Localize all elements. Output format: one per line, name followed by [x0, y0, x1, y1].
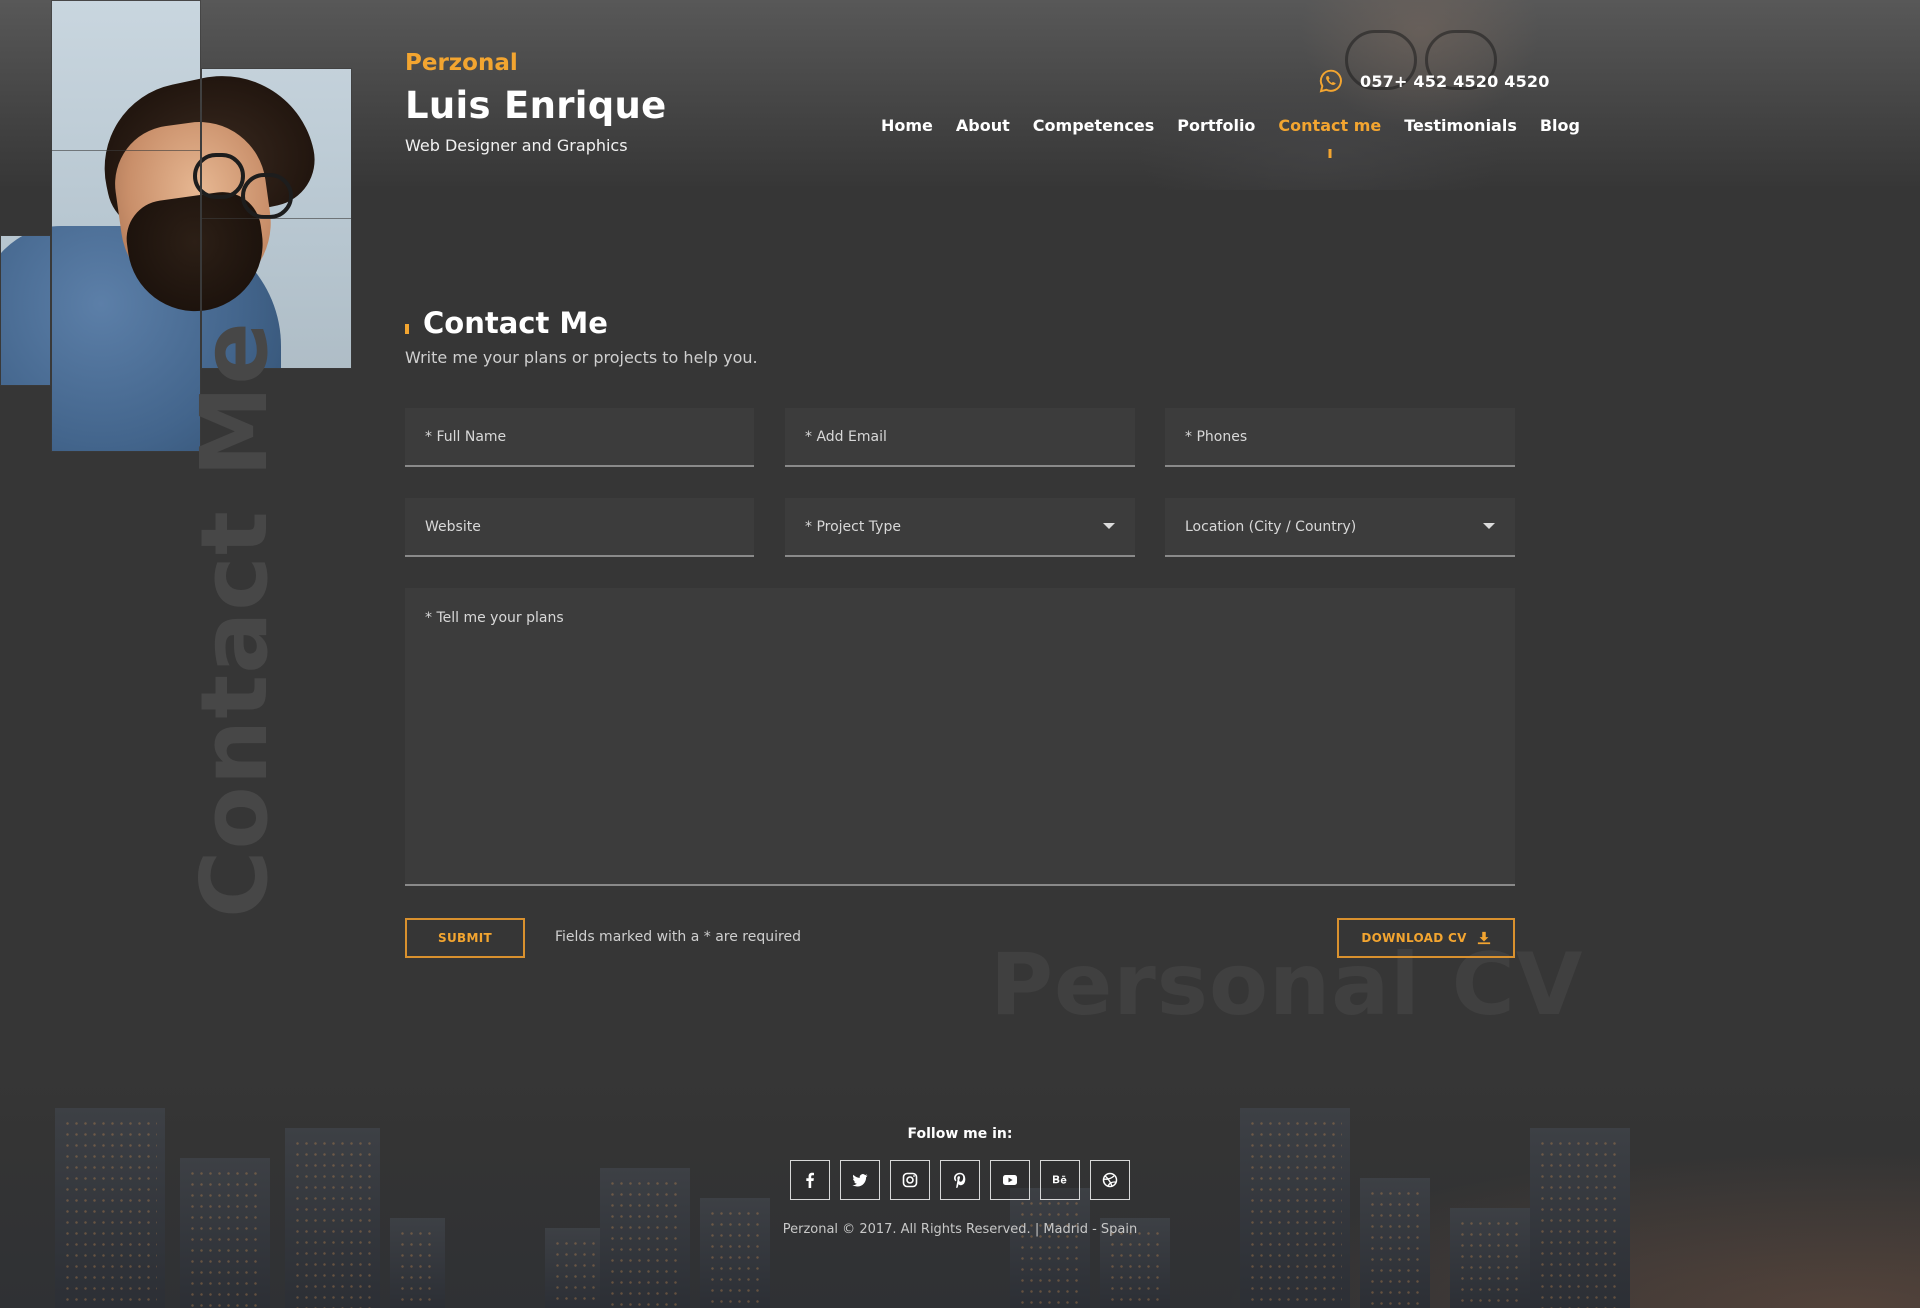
phone-number: 057+ 452 4520 4520	[1360, 71, 1550, 91]
header-portrait-background	[1000, 0, 1680, 190]
collage-divider	[201, 218, 352, 219]
email-placeholder: * Add Email	[805, 429, 887, 445]
twitter-link[interactable]	[840, 1160, 880, 1200]
follow-heading: Follow me in:	[907, 1126, 1013, 1142]
submit-label: SUBMIT	[438, 931, 492, 945]
brand-name: Luis Enrique	[405, 84, 667, 127]
dribbble-icon	[1102, 1172, 1118, 1188]
instagram-link[interactable]	[890, 1160, 930, 1200]
required-fields-note: Fields marked with a * are required	[555, 929, 801, 945]
download-icon	[1477, 931, 1490, 945]
building-decoration	[545, 1228, 605, 1308]
website-field[interactable]: Website	[405, 498, 754, 557]
pinterest-icon	[954, 1172, 966, 1188]
phone-contact[interactable]: 057+ 452 4520 4520	[1318, 68, 1550, 94]
section-subtitle: Write me your plans or projects to help …	[405, 348, 758, 367]
heading-accent-bar	[405, 324, 409, 334]
page-title: Contact Me	[423, 306, 608, 340]
building-decoration	[285, 1128, 380, 1308]
phones-placeholder: * Phones	[1185, 429, 1248, 445]
plans-placeholder: * Tell me your plans	[425, 610, 564, 626]
full-name-field[interactable]: * Full Name	[405, 408, 754, 467]
submit-button[interactable]: SUBMIT	[405, 918, 525, 958]
photo-tile	[51, 0, 201, 452]
project-type-select[interactable]: * Project Type	[785, 498, 1135, 557]
social-links	[790, 1160, 1130, 1200]
nav-item-portfolio[interactable]: Portfolio	[1177, 116, 1255, 135]
building-decoration	[700, 1198, 770, 1308]
pinterest-link[interactable]	[940, 1160, 980, 1200]
download-label: DOWNLOAD CV	[1361, 931, 1467, 945]
chevron-down-icon	[1103, 523, 1115, 529]
section-heading: Contact Me	[405, 306, 608, 340]
project-type-placeholder: * Project Type	[805, 519, 901, 535]
copyright-text: Perzonal © 2017. All Rights Reserved. | …	[782, 1222, 1138, 1237]
building-decoration	[600, 1168, 690, 1308]
behance-icon	[1053, 1175, 1067, 1184]
phones-field[interactable]: * Phones	[1165, 408, 1515, 467]
behance-link[interactable]	[1040, 1160, 1080, 1200]
brand-subtitle: Web Designer and Graphics	[405, 136, 628, 155]
facebook-icon	[806, 1172, 814, 1188]
nav-item-home[interactable]: Home	[881, 116, 933, 135]
building-decoration	[1530, 1128, 1630, 1308]
photo-tile	[0, 235, 51, 386]
instagram-icon	[902, 1172, 918, 1188]
twitter-icon	[852, 1174, 868, 1187]
full-name-placeholder: * Full Name	[425, 429, 507, 445]
nav-item-about[interactable]: About	[956, 116, 1010, 135]
location-select[interactable]: Location (City / Country)	[1165, 498, 1515, 557]
profile-photo-collage	[0, 0, 360, 460]
dribbble-link[interactable]	[1090, 1160, 1130, 1200]
nav-item-blog[interactable]: Blog	[1540, 116, 1580, 135]
website-placeholder: Website	[425, 519, 481, 535]
building-decoration	[1010, 1188, 1090, 1308]
vertical-watermark-text: Contact Me	[181, 321, 288, 918]
youtube-link[interactable]	[990, 1160, 1030, 1200]
plans-textarea[interactable]: * Tell me your plans	[405, 588, 1515, 886]
collage-divider	[51, 150, 201, 151]
building-decoration	[1360, 1178, 1430, 1308]
brand: Perzonal Luis Enrique Web Designer and G…	[405, 50, 667, 155]
download-cv-button[interactable]: DOWNLOAD CV	[1337, 918, 1515, 958]
youtube-icon	[1003, 1175, 1017, 1185]
brand-logo-text[interactable]: Perzonal	[405, 50, 667, 76]
main-nav: Home About Competences Portfolio Contact…	[881, 116, 1580, 135]
nav-item-testimonials[interactable]: Testimonials	[1404, 116, 1517, 135]
nav-item-competences[interactable]: Competences	[1033, 116, 1154, 135]
whatsapp-icon	[1319, 69, 1342, 93]
facebook-link[interactable]	[790, 1160, 830, 1200]
nav-item-contact[interactable]: Contact me	[1278, 116, 1381, 135]
location-placeholder: Location (City / Country)	[1185, 519, 1357, 535]
chevron-down-icon	[1483, 523, 1495, 529]
email-field[interactable]: * Add Email	[785, 408, 1135, 467]
